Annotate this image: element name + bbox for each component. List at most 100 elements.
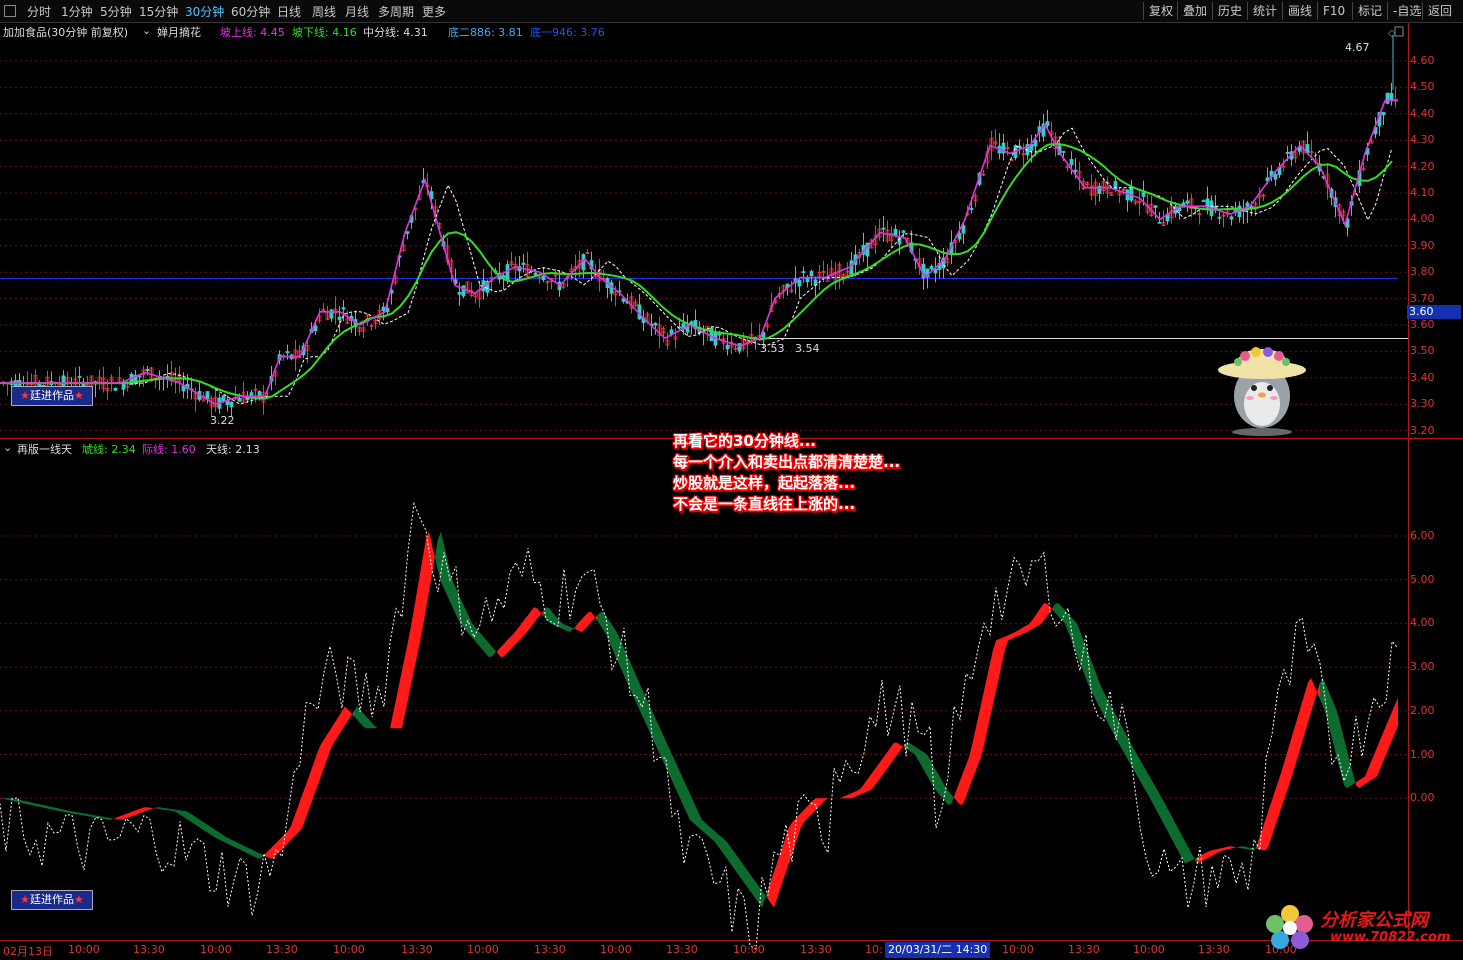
annotation-line: 不会是一条直线往上涨的... bbox=[673, 495, 856, 513]
ribbon-down-segment bbox=[72, 811, 75, 814]
ribbon-down-segment bbox=[636, 675, 639, 709]
ribbon-down-segment bbox=[369, 719, 372, 729]
candle-body bbox=[709, 327, 714, 342]
ribbon-down-segment bbox=[939, 775, 942, 798]
candle-body bbox=[881, 227, 886, 230]
time-tick: 13:30 bbox=[1068, 943, 1100, 956]
ribbon-down-segment bbox=[81, 812, 84, 816]
ribbon-up-segment bbox=[1287, 742, 1290, 792]
ribbon-down-segment bbox=[453, 581, 456, 615]
ribbon-up-segment bbox=[1008, 633, 1011, 641]
site-name: 分析家公式网 bbox=[1320, 910, 1428, 931]
ribbon-down-segment bbox=[159, 807, 162, 810]
ribbon-down-segment bbox=[1155, 785, 1158, 814]
ribbon-up-segment bbox=[1275, 782, 1278, 827]
ribbon-down-segment bbox=[1137, 754, 1140, 781]
ribbon-up-segment bbox=[285, 830, 288, 847]
price-tick: 3.20 bbox=[1410, 423, 1435, 437]
chevron-down-icon[interactable]: ⌄ bbox=[142, 24, 151, 37]
ribbon-down-segment bbox=[927, 754, 930, 781]
ribbon-down-segment bbox=[702, 820, 705, 834]
price-tick: 3.40 bbox=[1410, 370, 1435, 384]
mark-left-label: 3.53 bbox=[760, 342, 785, 355]
ribbon-up-segment bbox=[966, 757, 969, 797]
ribbon-down-segment bbox=[456, 588, 459, 622]
time-tick: 10: bbox=[865, 943, 883, 956]
ribbon-up-segment bbox=[519, 622, 522, 641]
ribbon-up-segment bbox=[894, 742, 897, 760]
ribbon-down-segment bbox=[612, 624, 615, 655]
ribbon-down-segment bbox=[162, 807, 165, 810]
time-tick: 10:00 bbox=[467, 943, 499, 956]
candle-body bbox=[1061, 151, 1066, 153]
time-tick: 10:00 bbox=[600, 943, 632, 956]
candle-body bbox=[521, 262, 526, 265]
ribbon-down-segment bbox=[735, 853, 738, 875]
ribbon-down-segment bbox=[720, 835, 723, 854]
lower-indicator-name[interactable]: 再版一线天 bbox=[17, 441, 72, 457]
ribbon-up-segment bbox=[864, 779, 867, 793]
ribbon-up-segment bbox=[414, 591, 417, 671]
ribbon-down-segment bbox=[48, 806, 51, 810]
ribbon-down-segment bbox=[372, 722, 375, 729]
ribbon-up-segment bbox=[429, 531, 432, 592]
ribbon-down-segment bbox=[201, 820, 204, 831]
ribbon-up-segment bbox=[306, 776, 309, 818]
ribbon-down-segment bbox=[705, 822, 708, 836]
ribbon-up-segment bbox=[1305, 682, 1308, 733]
ribbon-up-segment bbox=[132, 810, 135, 817]
ribbon-down-segment bbox=[483, 636, 486, 654]
ribbon-down-segment bbox=[714, 830, 717, 845]
collapse-icon[interactable]: ⌄ bbox=[3, 441, 12, 454]
ribbon-up-segment bbox=[780, 845, 783, 890]
stock-title: 加加食品(30分钟 前复权) bbox=[3, 26, 129, 39]
ribbon-up-segment bbox=[1035, 611, 1038, 628]
candle-body bbox=[801, 271, 806, 273]
ribbon-up-segment bbox=[279, 836, 282, 853]
ribbon-down-segment bbox=[1077, 623, 1080, 663]
ribbon-down-segment bbox=[1107, 698, 1110, 727]
ribbon-up-segment bbox=[840, 796, 843, 799]
ribbon-down-segment bbox=[738, 857, 741, 879]
ribbon-up-segment bbox=[312, 759, 315, 802]
ribbon-down-segment bbox=[78, 812, 81, 815]
price-tick: 4.40 bbox=[1410, 106, 1435, 120]
ribbon-up-segment bbox=[522, 619, 525, 638]
ribbon-down-segment bbox=[105, 817, 108, 820]
ribbon-up-segment bbox=[1260, 826, 1263, 850]
candle-body bbox=[1157, 221, 1162, 224]
ribbon-down-segment bbox=[192, 814, 195, 825]
panel-toggle-icon[interactable] bbox=[1394, 26, 1404, 37]
ribbon-down-segment bbox=[1335, 706, 1338, 762]
ribbon-down-segment bbox=[27, 801, 30, 805]
ribbon-down-segment bbox=[1080, 631, 1083, 671]
ribbon-down-segment bbox=[108, 817, 111, 820]
ribbon-down-segment bbox=[1188, 846, 1191, 863]
ribbon-up-segment bbox=[777, 854, 780, 899]
ribbon-down-segment bbox=[435, 538, 438, 571]
ribbon-up-segment bbox=[981, 690, 984, 758]
candle-body bbox=[1153, 205, 1158, 208]
candle-body bbox=[337, 316, 342, 321]
ribbon-down-segment bbox=[648, 702, 651, 735]
price-tick: 3.60 bbox=[1410, 318, 1435, 331]
ribbon-down-segment bbox=[354, 706, 357, 720]
ribbon-down-segment bbox=[99, 816, 102, 819]
annotation-line: 每一个介入和卖出点都清清楚楚... bbox=[673, 453, 901, 471]
ribbon-up-segment bbox=[849, 792, 852, 799]
annotation-line: 再看它的30分钟线... bbox=[673, 432, 816, 450]
ribbon-up-segment bbox=[114, 817, 117, 820]
flower-logo-icon bbox=[1266, 905, 1313, 949]
ribbon-down-segment bbox=[1122, 726, 1125, 755]
candle-body bbox=[1033, 139, 1038, 147]
price-tick: 4.50 bbox=[1410, 80, 1435, 94]
ribbon-down-segment bbox=[750, 874, 753, 895]
ribbon-up-segment bbox=[978, 704, 981, 765]
ribbon-up-segment bbox=[825, 798, 828, 801]
sky-line-dotted bbox=[0, 501, 1399, 951]
upper-indicator-name[interactable]: 婵月摘花 bbox=[157, 24, 201, 40]
ribbon-down-segment bbox=[1245, 846, 1248, 850]
ribbon-up-segment bbox=[270, 846, 273, 859]
ribbon-down-segment bbox=[468, 614, 471, 637]
ribbon-up-segment bbox=[330, 725, 333, 752]
